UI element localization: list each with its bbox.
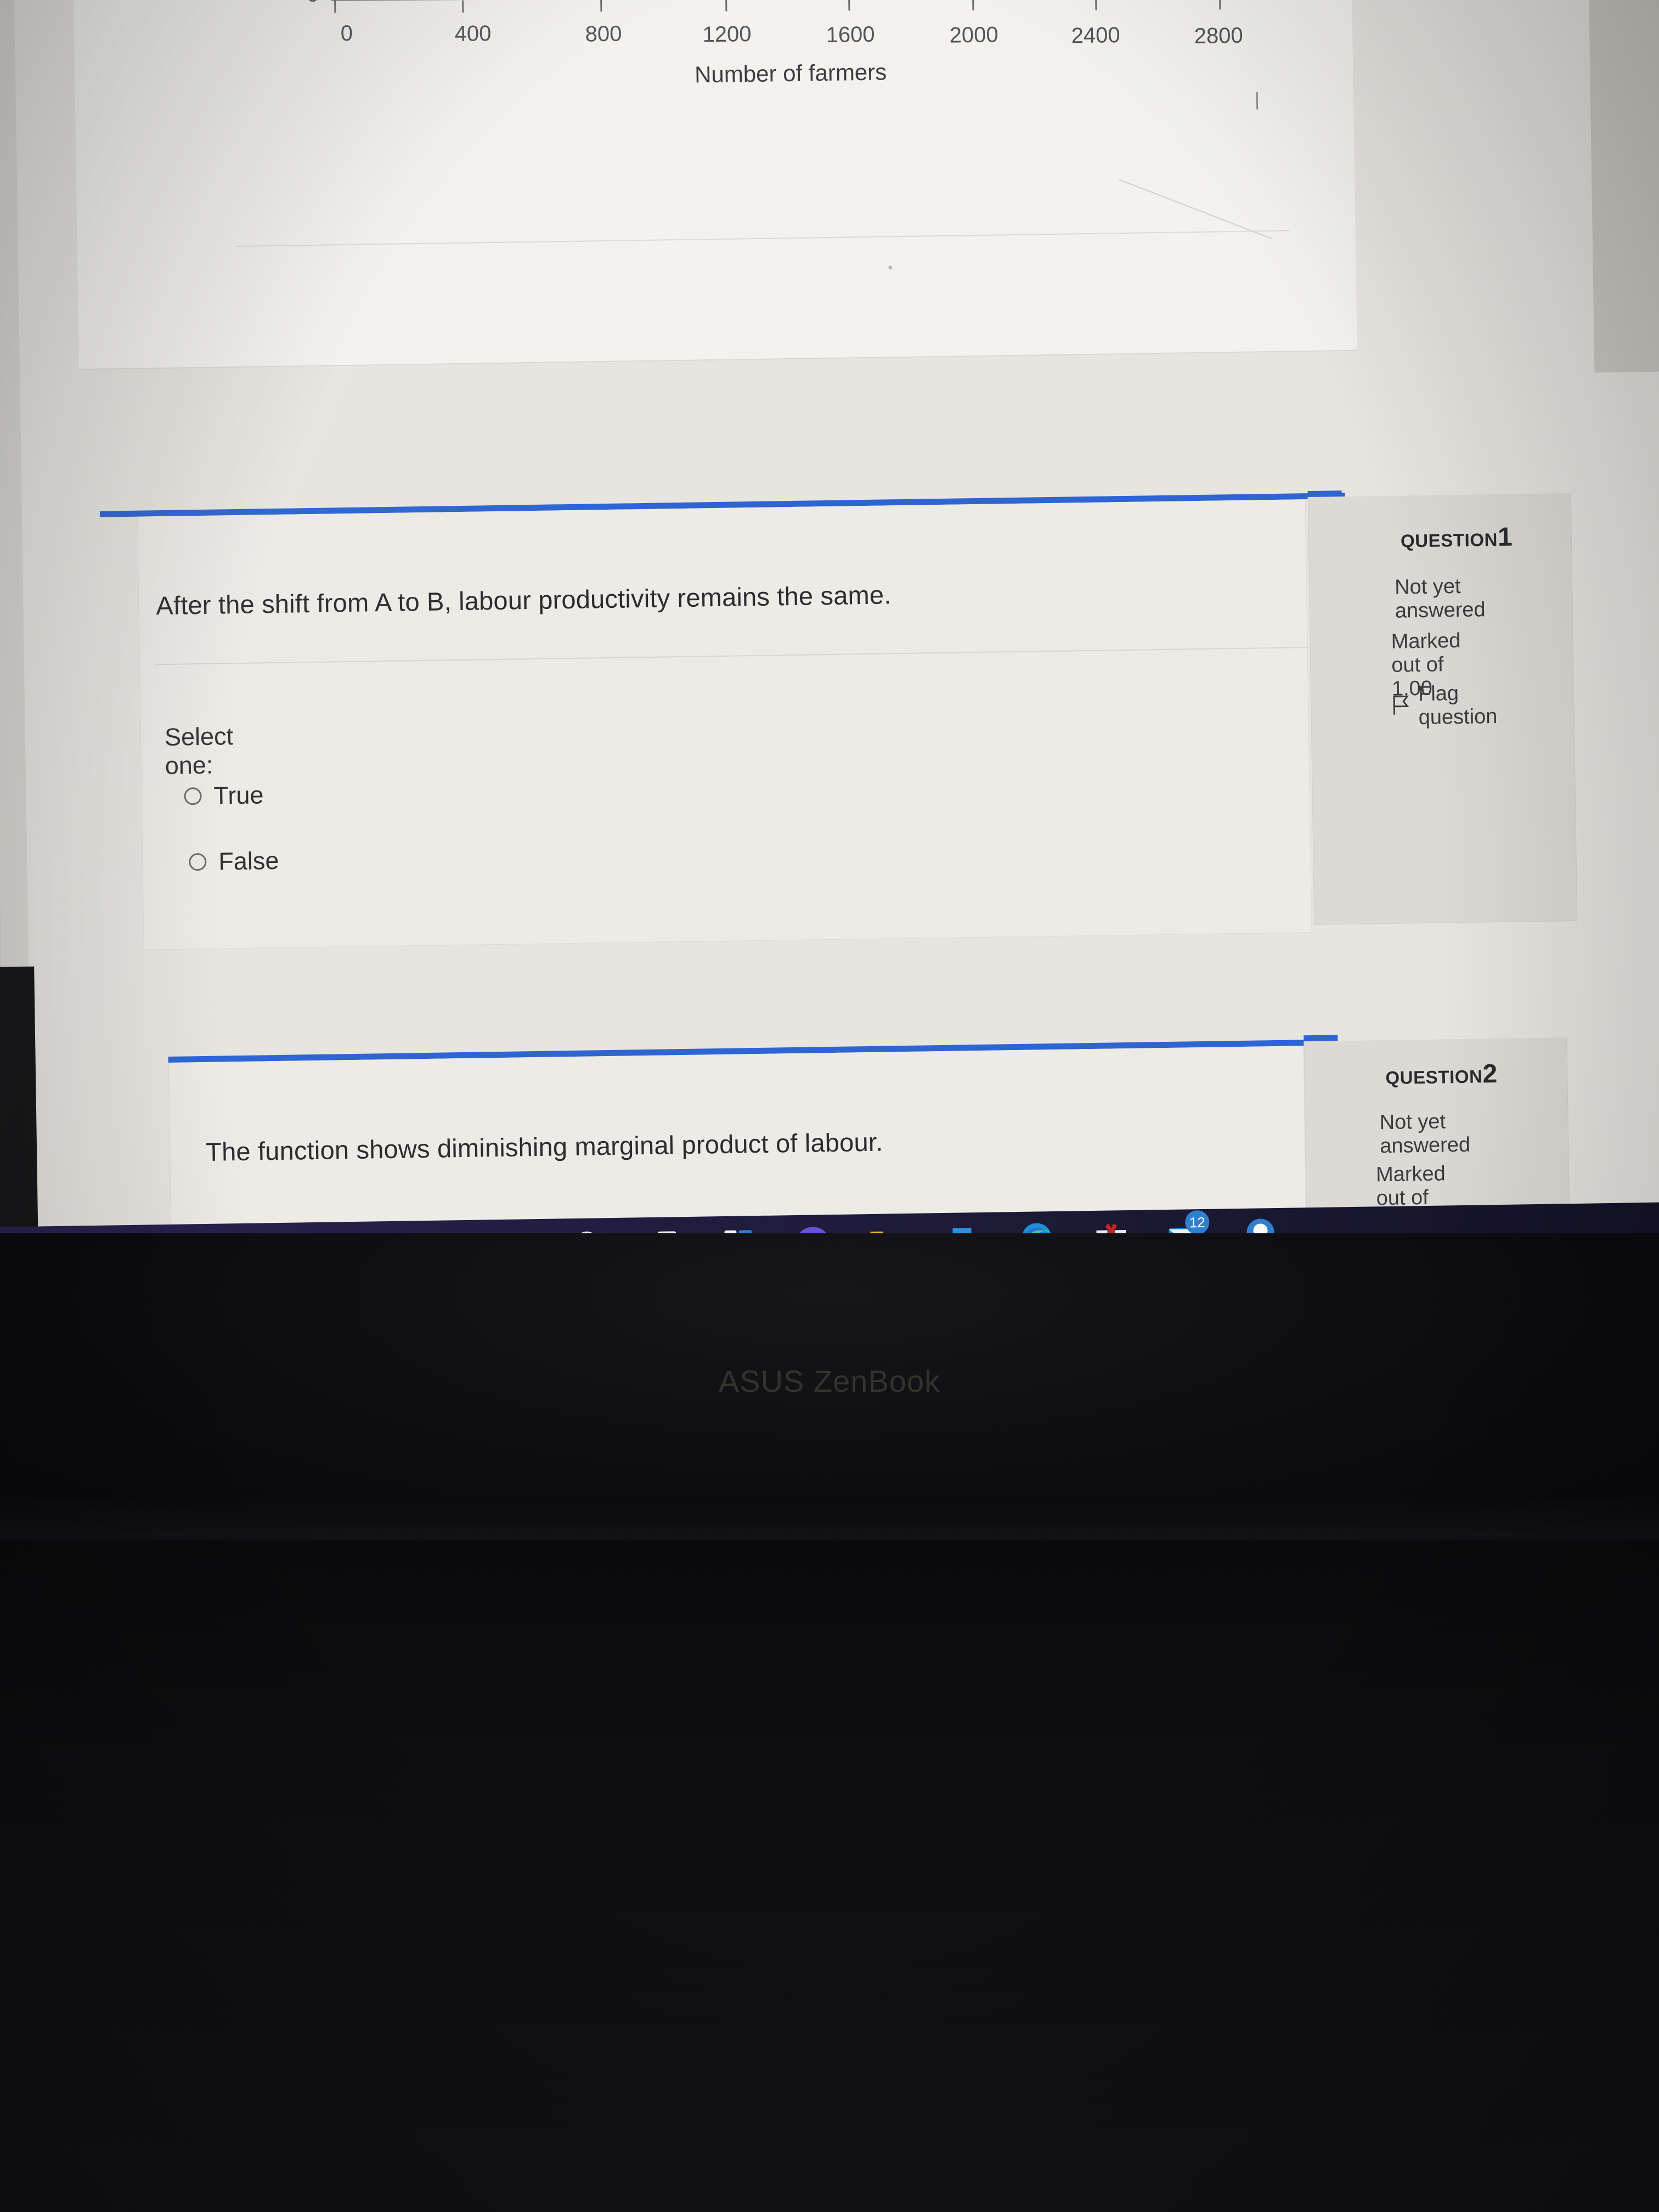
question-1-option-true-label: True xyxy=(213,781,264,810)
question-1-body xyxy=(137,499,1312,950)
question-1-select-one-label: Select one: xyxy=(164,722,234,780)
question-1-heading: QUESTION1 xyxy=(1400,522,1513,554)
question-1-option-false-label: False xyxy=(218,846,279,876)
y-axis-origin-label: 0 xyxy=(307,0,319,7)
laptop-keyboard: f3 f4 xyxy=(0,1541,1659,2212)
radio-false[interactable] xyxy=(189,853,207,871)
question-1-option-true[interactable]: True xyxy=(184,781,264,810)
question-2-heading: QUESTION2 xyxy=(1385,1059,1498,1091)
wall-background-right xyxy=(1588,0,1659,373)
question-1-flag-button[interactable]: Flag question xyxy=(1392,681,1498,730)
chart-diagonal-scratch xyxy=(1118,179,1273,240)
x-tick-1600: 1600 xyxy=(826,22,875,47)
question-1-flag-label: Flag question xyxy=(1418,681,1498,730)
x-tick-800: 800 xyxy=(585,21,622,47)
x-axis-title: Number of farmers xyxy=(694,59,887,88)
x-tick-2800: 2800 xyxy=(1194,23,1244,49)
x-tick-2000: 2000 xyxy=(949,22,998,48)
desk-shadow-left xyxy=(0,966,39,1233)
laptop-screen: 0 0 400 800 1200 1600 2000 xyxy=(0,0,1659,1233)
question-2-heading-label: QUESTION xyxy=(1385,1066,1483,1088)
question-2-status: Not yet answered xyxy=(1379,1110,1471,1158)
x-tick-400: 400 xyxy=(454,21,492,47)
question-1-heading-label: QUESTION xyxy=(1400,529,1498,551)
flag-icon xyxy=(1392,695,1411,718)
question-1-number: 1 xyxy=(1497,522,1513,552)
chart-horizontal-rule xyxy=(236,230,1290,247)
chart-card: 0 0 400 800 1200 1600 2000 xyxy=(73,0,1357,370)
laptop-brand-label: ASUS ZenBook xyxy=(718,1364,941,1398)
radio-true[interactable] xyxy=(184,787,202,805)
question-2-side-accent xyxy=(1304,1035,1338,1042)
question-1-side-accent xyxy=(1307,490,1342,498)
x-tick-0: 0 xyxy=(340,21,353,46)
x-tick-1200: 1200 xyxy=(702,21,752,47)
chart-stray-mark: | xyxy=(1254,89,1260,110)
question-2-number: 2 xyxy=(1482,1059,1498,1089)
question-1-status: Not yet answered xyxy=(1394,574,1486,623)
question-1-option-false[interactable]: False xyxy=(189,847,279,876)
chart-speck xyxy=(888,266,893,270)
x-tick-2400: 2400 xyxy=(1071,23,1121,48)
laptop-photo: 0 0 400 800 1200 1600 2000 xyxy=(0,0,1659,2212)
screen-left-margin xyxy=(0,0,2,973)
